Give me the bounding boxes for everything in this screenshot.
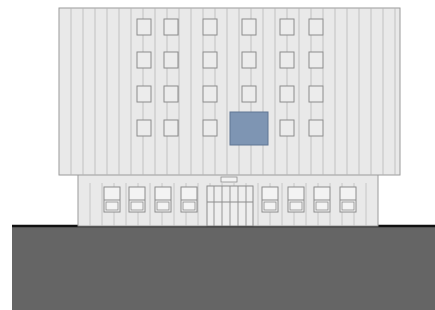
window [241, 51, 257, 69]
window [202, 85, 218, 103]
window [202, 119, 218, 137]
window [202, 51, 218, 69]
window [308, 18, 324, 36]
window [136, 51, 152, 69]
window [136, 119, 152, 137]
window [163, 51, 179, 69]
window [308, 119, 324, 137]
window [308, 51, 324, 69]
window [163, 85, 179, 103]
highlighted-window [229, 111, 269, 146]
window [202, 18, 218, 36]
upper-floors-block [58, 7, 401, 176]
window [241, 85, 257, 103]
window [279, 51, 295, 69]
window [279, 18, 295, 36]
window [136, 85, 152, 103]
window [279, 85, 295, 103]
ground-floor-block [77, 174, 379, 227]
window [136, 18, 152, 36]
building-elevation-drawing [0, 0, 435, 310]
upper-facade-wall [58, 7, 401, 176]
building-elevation-svg [12, 7, 435, 310]
window [163, 119, 179, 137]
window [308, 85, 324, 103]
entrance-sign [220, 176, 238, 183]
window [279, 119, 295, 137]
entrance-doors-icon [206, 185, 254, 227]
ground-area [12, 226, 435, 310]
window [241, 18, 257, 36]
window [163, 18, 179, 36]
